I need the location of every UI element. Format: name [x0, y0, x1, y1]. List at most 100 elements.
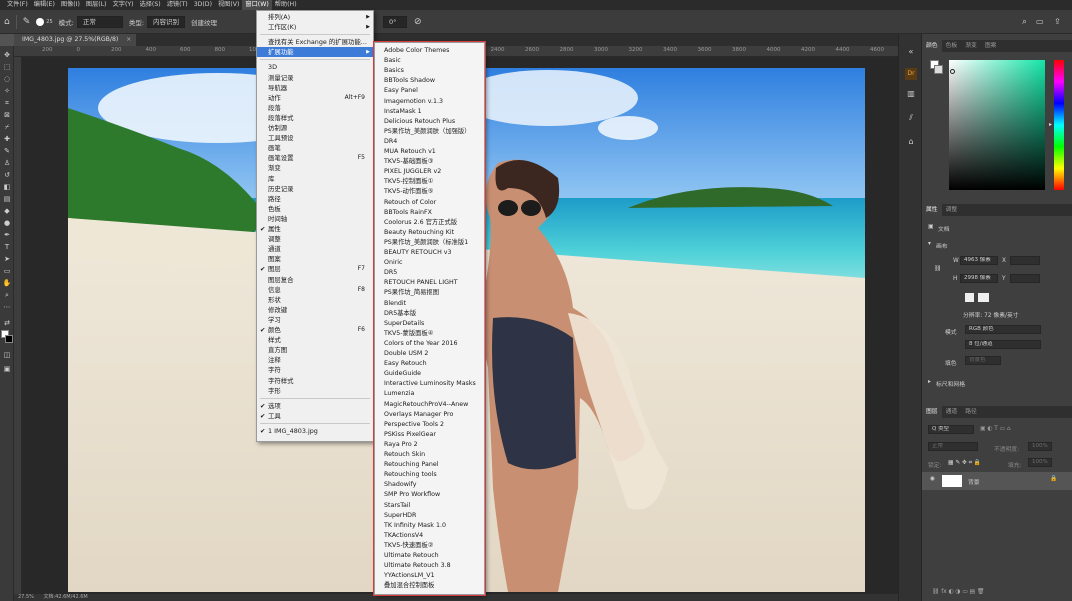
window-menu-item[interactable]: ✔ 颜色 F6: [257, 325, 373, 335]
eyedropper-tool-icon[interactable]: ⌿: [2, 122, 12, 132]
window-menu-item[interactable]: 历史记录: [257, 184, 373, 194]
bg-color-chip[interactable]: [934, 65, 943, 74]
extension-menu-item[interactable]: Easy Retouch: [375, 359, 484, 369]
extension-menu-item[interactable]: Overlays Manager Pro: [375, 410, 484, 420]
search-icon[interactable]: ⌕: [1022, 14, 1027, 30]
bridge-icon[interactable]: Dr: [905, 68, 917, 80]
swatches-strip-icon[interactable]: ⫽: [905, 112, 917, 124]
extension-menu-item[interactable]: Retouching tools: [375, 470, 484, 480]
quick-select-tool-icon[interactable]: ✧: [2, 86, 12, 96]
extension-menu-item[interactable]: Ultimate Retouch: [375, 551, 484, 561]
menu-item[interactable]: 视图(V): [215, 0, 242, 10]
extension-menu-item[interactable]: DR5基本版: [375, 309, 484, 319]
extension-menu-item[interactable]: PS果作坊_美颜润肤（标准版1: [375, 238, 484, 248]
zoom-tool-icon[interactable]: ⌕: [2, 290, 12, 300]
x-field[interactable]: [1010, 256, 1040, 265]
extension-menu-item[interactable]: Easy Panel: [375, 86, 484, 96]
window-menu-item[interactable]: 扩展功能 ▶: [257, 47, 373, 58]
extension-menu-item[interactable]: TKV5-蒙版面板④: [375, 329, 484, 339]
background-color-swatch[interactable]: [5, 335, 13, 343]
window-menu-item[interactable]: 段落: [257, 103, 373, 113]
extension-menu-item[interactable]: TKActionsV4: [375, 531, 484, 541]
y-field[interactable]: [1010, 274, 1040, 283]
window-menu-item[interactable]: 形状: [257, 295, 373, 305]
document-tab[interactable]: IMG_4803.jpg @ 27.5%(RGB/8) ×: [14, 34, 137, 46]
blend-mode-select[interactable]: 正常: [928, 442, 978, 451]
tab-patterns[interactable]: 图案: [981, 40, 1001, 52]
window-menu-item[interactable]: 学习: [257, 315, 373, 325]
mode-select[interactable]: 正常: [76, 15, 123, 28]
window-menu-item[interactable]: 仿制源: [257, 123, 373, 133]
window-menu-item[interactable]: 图案: [257, 254, 373, 264]
extension-menu-item[interactable]: SuperDetails: [375, 319, 484, 329]
window-menu-item[interactable]: 工具预设: [257, 133, 373, 143]
window-menu-item[interactable]: 图层复合: [257, 275, 373, 285]
tab-channels[interactable]: 通道: [942, 406, 962, 418]
window-menu-item[interactable]: ✔ 选项: [257, 401, 373, 411]
menu-item[interactable]: 文件(F): [4, 0, 31, 10]
extension-menu-item[interactable]: Lumenzia: [375, 389, 484, 399]
spot-healing-brush-icon[interactable]: ✎: [23, 14, 31, 30]
extension-menu-item[interactable]: YYActionsLM_V1: [375, 571, 484, 581]
layer-kind-filter[interactable]: Q 类型: [928, 425, 974, 434]
width-field[interactable]: 4963 像素: [960, 256, 998, 265]
bit-depth-select[interactable]: 8 位/通道: [965, 340, 1041, 349]
menu-item[interactable]: 帮助(H): [272, 0, 300, 10]
gradient-tool-icon[interactable]: ▤: [2, 194, 12, 204]
libraries-icon[interactable]: ▥: [905, 88, 917, 100]
extension-menu-item[interactable]: PSKiss PixelGear: [375, 430, 484, 440]
workspace-icon[interactable]: ▭: [1036, 14, 1044, 30]
height-field[interactable]: 2998 像素: [960, 274, 998, 283]
extension-menu-item[interactable]: Double USM 2: [375, 349, 484, 359]
tab-layers[interactable]: 图层: [922, 406, 942, 418]
home-icon[interactable]: ⌂: [4, 14, 10, 30]
extension-menu-item[interactable]: Adobe Color Themes: [375, 46, 484, 56]
window-menu-item[interactable]: 字形: [257, 386, 373, 396]
window-menu-item[interactable]: 工作区(K) ▶: [257, 22, 373, 32]
quick-mask-icon[interactable]: ◫: [2, 350, 12, 360]
extension-menu-item[interactable]: SMP Pro Workflow: [375, 490, 484, 500]
blur-tool-icon[interactable]: ◆: [2, 206, 12, 216]
extension-menu-item[interactable]: GuideGuide: [375, 369, 484, 379]
landscape-orientation-icon[interactable]: [978, 293, 989, 302]
healing-brush-tool-icon[interactable]: ✚: [2, 134, 12, 144]
extension-menu-item[interactable]: Basic: [375, 56, 484, 66]
menu-item[interactable]: 图层(L): [83, 0, 110, 10]
lock-icons[interactable]: ▦ ✎ ✥ ⌗ 🔒: [948, 460, 981, 467]
fill-select[interactable]: 背景色: [965, 356, 1001, 365]
window-menu-item[interactable]: 色板: [257, 204, 373, 214]
brush-tool-icon[interactable]: ✎: [2, 146, 12, 156]
color-mode-select[interactable]: RGB 颜色: [965, 325, 1041, 334]
menu-item[interactable]: 图像(I): [58, 0, 83, 10]
window-menu-item[interactable]: 路径: [257, 194, 373, 204]
extension-menu-item[interactable]: Retouching Panel: [375, 460, 484, 470]
link-icon[interactable]: ⛓: [934, 266, 941, 272]
chevron-down-icon[interactable]: ▾: [928, 241, 931, 247]
hue-slider-marker[interactable]: ▸: [1049, 121, 1052, 128]
extension-menu-item[interactable]: TKV5-快速面板②: [375, 541, 484, 551]
window-menu-item[interactable]: 3D: [257, 62, 373, 72]
create-texture-button[interactable]: 创建纹理: [191, 14, 217, 30]
extension-menu-item[interactable]: StarsTail: [375, 501, 484, 511]
extension-menu-item[interactable]: RETOUCH PANEL LIGHT: [375, 278, 484, 288]
extension-menu-item[interactable]: Imagemotion v.1.3: [375, 97, 484, 107]
lasso-tool-icon[interactable]: ◌: [2, 74, 12, 84]
extension-menu-item[interactable]: Blendit: [375, 299, 484, 309]
tab-gradients[interactable]: 渐变: [961, 40, 981, 52]
extension-menu-item[interactable]: BEAUTY RETOUCH v3: [375, 248, 484, 258]
extension-menu-item[interactable]: SuperHDR: [375, 511, 484, 521]
extension-menu-item[interactable]: PS果作坊_美颜润肤（加强版）: [375, 127, 484, 137]
window-menu-item[interactable]: 信息 F8: [257, 285, 373, 295]
clone-stamp-tool-icon[interactable]: ♙: [2, 158, 12, 168]
eye-icon[interactable]: ◉: [930, 476, 935, 482]
window-menu-item[interactable]: 画笔设置 F5: [257, 153, 373, 163]
marquee-tool-icon[interactable]: ⬚: [2, 62, 12, 72]
tab-paths[interactable]: 路径: [961, 406, 981, 418]
history-brush-tool-icon[interactable]: ↺: [2, 170, 12, 180]
content-aware-button[interactable]: 内容识别: [147, 15, 186, 28]
window-menu-item[interactable]: 库: [257, 174, 373, 184]
type-tool-icon[interactable]: T: [2, 242, 12, 252]
extension-menu-item[interactable]: Colors of the Year 2016: [375, 339, 484, 349]
window-menu-item[interactable]: 动作 Alt+F9: [257, 93, 373, 103]
extension-menu-item[interactable]: Basics: [375, 66, 484, 76]
